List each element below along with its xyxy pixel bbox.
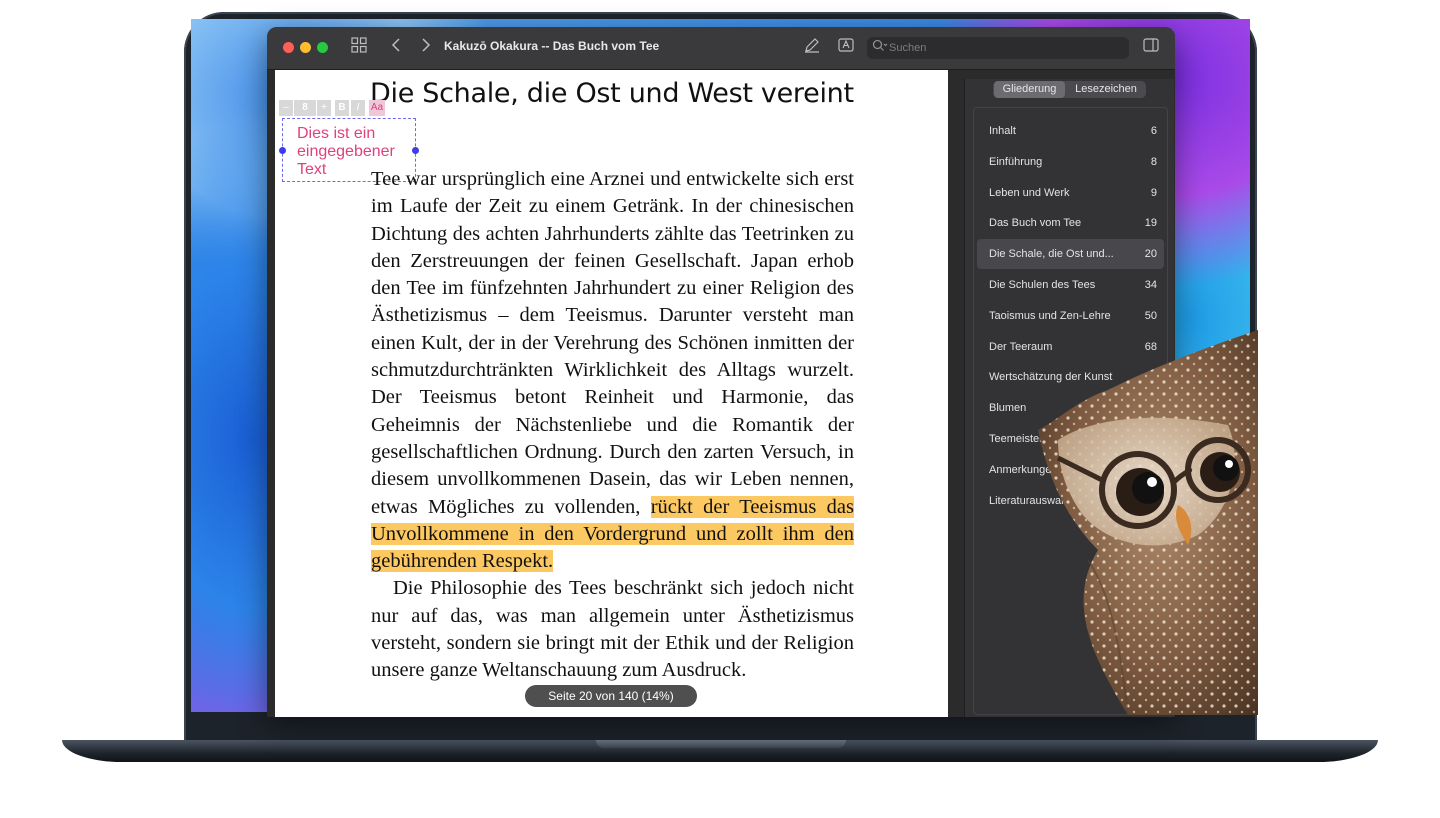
outline-item[interactable]: Die Schulen des Tees 34 [977,270,1164,300]
resize-handle-right[interactable] [412,147,419,154]
close-window-button[interactable] [283,42,294,53]
italic-button[interactable]: I [351,100,365,116]
pencil-icon[interactable] [804,37,820,59]
outline-item[interactable]: Taoismus und Zen-Lehre 50 [977,301,1164,331]
search-placeholder: Suchen [889,42,927,54]
outline-item-label: Die Schale, die Ost und... [989,248,1114,261]
thumbnail-grid-icon[interactable] [351,37,367,59]
tab-gliederung[interactable]: Gliederung [994,81,1065,98]
font-color-button[interactable]: Aa [369,100,385,116]
outline-item-page: 6 [1150,125,1157,137]
laptop-notch [596,740,846,748]
outline-item-label: Einführung [989,155,1043,168]
tab-lesezeichen[interactable]: Lesezeichen [1067,81,1145,98]
outline-item[interactable]: Leben und Werk 9 [977,178,1164,208]
sidebar-toggle-icon[interactable] [1143,37,1159,59]
chapter-heading: Die Schale, die Ost und West vereint [370,78,854,109]
outline-item[interactable]: Die Schale, die Ost und... 20 [977,239,1164,270]
paragraph-1: Tee war ursprünglich eine Arznei und ent… [371,166,854,575]
outline-item-label: Taoismus und Zen-Lehre [989,309,1111,322]
document-page[interactable]: Die Schale, die Ost und West vereint – 8… [275,70,948,717]
search-icon [872,39,888,56]
page-indicator: Seite 20 von 140 (14%) [525,685,697,707]
document-title: Kakuzō Okakura -- Das Buch vom Tee [444,39,660,53]
sidebar-tabs: Gliederung Lesezeichen [993,81,1146,98]
outline-item[interactable]: Das Buch vom Tee 19 [977,208,1164,238]
bold-button[interactable]: B [335,100,349,116]
increase-font-button[interactable]: + [317,100,331,116]
outline-item-page: 19 [1144,217,1157,230]
outline-item-page: 20 [1144,248,1157,261]
text-box-icon[interactable] [838,37,854,59]
zoom-window-button[interactable] [317,42,328,53]
outline-item-page: 8 [1150,155,1157,168]
minimize-window-button[interactable] [300,42,311,53]
chevron-left-icon[interactable] [391,37,401,59]
outline-item-label: Inhalt [989,125,1016,137]
outline-item-label: Die Schulen des Tees [989,279,1096,291]
resize-handle-left[interactable] [279,147,286,154]
outline-item-label: Das Buch vom Tee [989,217,1082,230]
outline-item[interactable]: Einführung 8 [977,147,1164,177]
outline-item-label: Leben und Werk [989,186,1070,199]
outline-item-page: 50 [1144,309,1157,322]
title-bar: Kakuzō Okakura -- Das Buch vom Tee Suche… [267,27,1175,70]
outline-item[interactable]: Inhalt 6 [977,116,1164,146]
search-input[interactable]: Suchen [867,37,1129,59]
paragraph-1-text: Tee war ursprünglich eine Arznei und ent… [371,168,854,518]
font-size-value[interactable]: 8 [294,100,316,116]
outline-item-label: Blumen [989,402,1027,415]
paragraph-2: Die Philosophie des Tees beschränkt sich… [371,577,854,682]
body-text: Tee war ursprünglich eine Arznei und ent… [371,166,854,685]
chevron-right-icon[interactable] [421,37,431,59]
outline-item-page: 9 [1150,186,1157,199]
outline-item-page: 34 [1144,279,1157,291]
decrease-font-button[interactable]: – [279,100,293,116]
owl-illustration [1038,330,1258,715]
